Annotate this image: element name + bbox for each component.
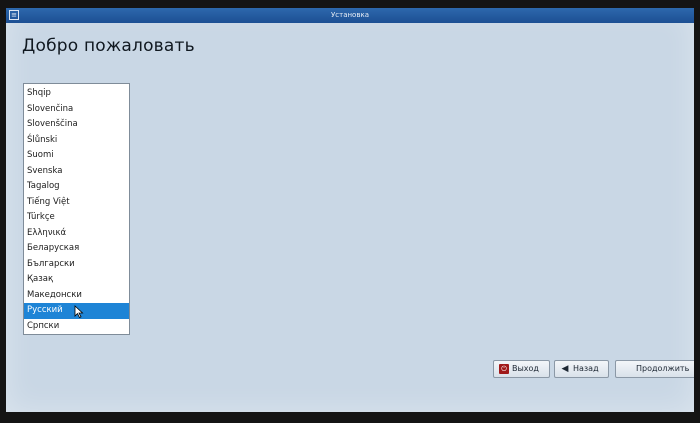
language-item[interactable]: Tagalog [24,179,129,195]
language-item[interactable]: Tiếng Việt [24,195,129,211]
arrow-left-icon: ◀ [561,364,569,374]
page-title: Добро пожаловать [22,36,195,56]
next-button[interactable]: Продолжить [615,360,694,378]
back-button[interactable]: ◀ Назад [554,360,609,378]
language-item[interactable]: Български [24,257,129,273]
exit-button-label: Выход [512,364,539,373]
language-item[interactable]: Беларуская [24,241,129,257]
language-item[interactable]: Ślůnski [24,133,129,149]
language-item[interactable]: Српски [24,319,129,335]
language-item[interactable]: Slovenščina [24,117,129,133]
language-item-label: Русский [27,305,63,315]
exit-icon: ⏻ [499,364,509,374]
language-item[interactable]: Slovenčina [24,102,129,118]
language-item[interactable]: Македонски [24,288,129,304]
title-bar: ≡ Установка [6,8,694,23]
language-item-selected[interactable]: Русский [24,303,129,319]
installer-window: ≡ Установка Добро пожаловать Shqip Slove… [6,8,694,412]
language-list[interactable]: Shqip Slovenčina Slovenščina Ślůnski Suo… [23,83,130,335]
next-button-label: Продолжить [636,364,690,373]
back-button-label: Назад [573,364,599,373]
language-item[interactable]: Shqip [24,86,129,102]
language-item[interactable]: Svenska [24,164,129,180]
language-item[interactable]: Ελληνικά [24,226,129,242]
mouse-pointer-icon [74,305,84,318]
window-title: Установка [331,11,369,19]
language-item[interactable]: Türkçe [24,210,129,226]
language-item[interactable]: Suomi [24,148,129,164]
exit-button[interactable]: ⏻ Выход [493,360,550,378]
language-item[interactable]: Қазақ [24,272,129,288]
